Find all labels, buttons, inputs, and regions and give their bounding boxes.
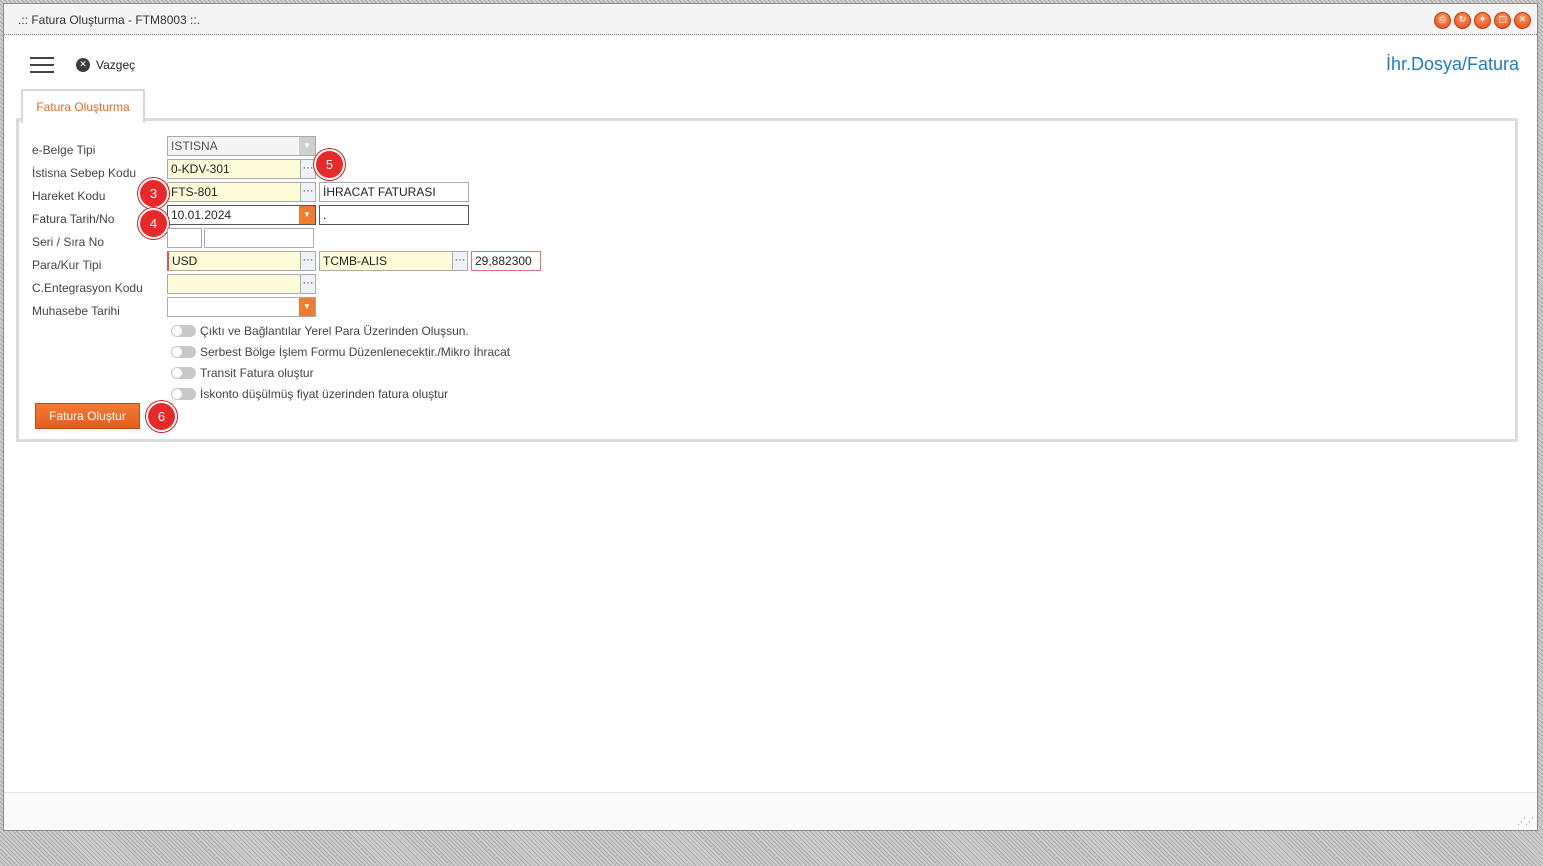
step-badge-6: 6	[148, 403, 175, 430]
muhasebe-tarihi-label: Muhasebe Tarihi	[32, 304, 120, 318]
window-title: .:: Fatura Oluşturma - FTM8003 ::.	[18, 13, 201, 27]
toolbar: ✕ Vazgeç İhr.Dosya/Fatura	[4, 36, 1537, 88]
kur-value-input[interactable]: 29,882300	[471, 251, 541, 271]
toggle-label: Çıktı ve Bağlantılar Yerel Para Üzerinde…	[200, 324, 469, 338]
toggle-label: İskonto düşülmüş fiyat üzerinden fatura …	[200, 387, 449, 401]
close-circle-icon: ✕	[76, 58, 90, 72]
fatura-tarih-input[interactable]: 10.01.2024	[167, 205, 316, 225]
fatura-tarih-label: Fatura Tarih/No	[32, 212, 115, 226]
ebelge-tipi-label: e-Belge Tipi	[32, 143, 96, 157]
fatura-no-input[interactable]: .	[319, 205, 469, 225]
toggle-label: Transit Fatura oluştur	[200, 366, 314, 380]
hareket-kodu-description: İHRACAT FATURASI	[319, 182, 469, 202]
app-window: .:: Fatura Oluşturma - FTM8003 ::. ⎙ ↻ ✦…	[3, 3, 1538, 831]
kur-tipi-lookup-button[interactable]: ···	[452, 251, 468, 271]
toggle-switch[interactable]	[171, 325, 196, 337]
title-bar: .:: Fatura Oluşturma - FTM8003 ::. ⎙ ↻ ✦…	[4, 4, 1537, 35]
muhasebe-calendar-dropdown-icon[interactable]: ▼	[299, 298, 315, 316]
toggle-label: Serbest Bölge İşlem Formu Düzenlenecekti…	[200, 345, 511, 359]
para-birimi-lookup-button[interactable]: ···	[300, 251, 316, 271]
toggle-iskonto[interactable]: İskonto düşülmüş fiyat üzerinden fatura …	[171, 387, 448, 401]
entegrasyon-lookup-button[interactable]: ···	[300, 274, 316, 294]
form-panel: e-Belge Tipi ISTISNA ▼ İstisna Sebep Kod…	[16, 118, 1518, 442]
menu-icon[interactable]	[30, 57, 54, 73]
muhasebe-tarihi-input[interactable]	[167, 297, 316, 317]
fatura-olustur-button[interactable]: Fatura Oluştur	[35, 403, 140, 429]
toggle-switch[interactable]	[171, 388, 196, 400]
para-birimi-input[interactable]: USD	[167, 251, 301, 271]
toggle-yerel-para[interactable]: Çıktı ve Bağlantılar Yerel Para Üzerinde…	[171, 324, 469, 338]
entegrasyon-input[interactable]	[167, 274, 301, 294]
maximize-icon[interactable]: □	[1494, 12, 1511, 29]
toggle-switch[interactable]	[171, 367, 196, 379]
hareket-kodu-label: Hareket Kodu	[32, 189, 106, 203]
pin-icon[interactable]: ✦	[1474, 12, 1491, 29]
close-window-icon[interactable]: ✕	[1514, 12, 1531, 29]
toggle-serbest-bolge[interactable]: Serbest Bölge İşlem Formu Düzenlenecekti…	[171, 345, 510, 359]
step-badge-4: 4	[140, 210, 167, 237]
seri-sira-label: Seri / Sıra No	[32, 235, 105, 249]
resize-grip-icon[interactable]: ⋰⋰	[1517, 816, 1534, 827]
toggle-transit-fatura[interactable]: Transit Fatura oluştur	[171, 366, 314, 380]
tab-fatura-olusturma[interactable]: Fatura Oluşturma	[21, 89, 145, 123]
kur-tipi-input[interactable]: TCMB-ALIS	[319, 251, 453, 271]
istisna-sebep-input[interactable]: 0-KDV-301	[167, 159, 301, 179]
para-kur-label: Para/Kur Tipi	[32, 258, 102, 272]
entegrasyon-label: C.Entegrasyon Kodu	[32, 281, 143, 295]
refresh-icon[interactable]: ↻	[1454, 12, 1471, 29]
step-badge-3: 3	[140, 180, 167, 207]
status-bar: ⋰⋰	[4, 792, 1537, 830]
istisna-sebep-label: İstisna Sebep Kodu	[32, 166, 137, 180]
cancel-button[interactable]: ✕ Vazgeç	[76, 58, 135, 72]
ihr-dosya-fatura-link[interactable]: İhr.Dosya/Fatura	[1386, 54, 1519, 75]
istisna-sebep-lookup-button[interactable]: ···	[300, 159, 316, 179]
print-icon[interactable]: ⎙	[1434, 12, 1451, 29]
cancel-label: Vazgeç	[96, 58, 136, 72]
toggle-switch[interactable]	[171, 346, 196, 358]
chevron-down-icon[interactable]: ▼	[299, 137, 315, 155]
hareket-kodu-input[interactable]: FTS-801	[167, 182, 301, 202]
ebelge-tipi-select[interactable]: ISTISNA	[167, 136, 316, 156]
sira-input[interactable]	[204, 228, 314, 248]
hareket-kodu-lookup-button[interactable]: ···	[300, 182, 316, 202]
window-controls: ⎙ ↻ ✦ □ ✕	[1434, 12, 1531, 29]
step-badge-5: 5	[316, 151, 343, 178]
calendar-dropdown-icon[interactable]: ▼	[299, 206, 315, 224]
seri-input[interactable]	[167, 228, 202, 248]
